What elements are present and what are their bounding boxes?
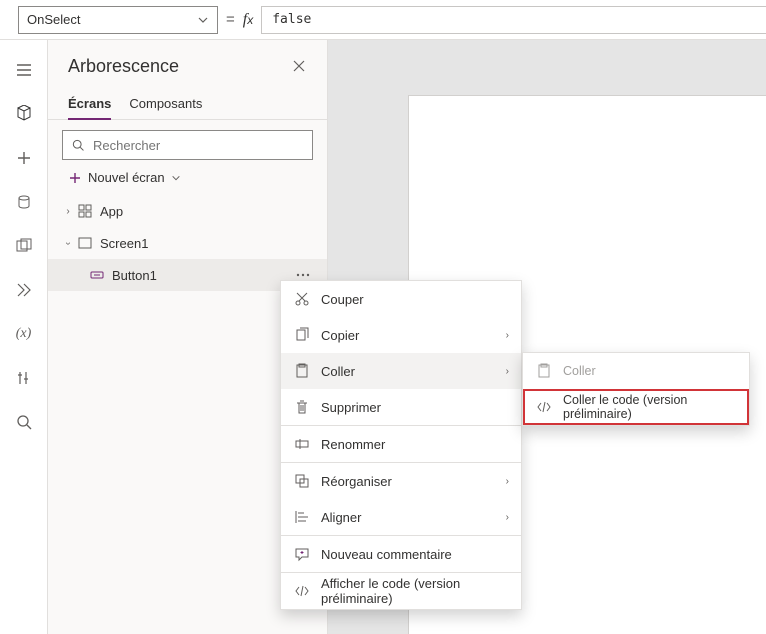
chevron-right-icon: › xyxy=(506,330,509,341)
close-panel-button[interactable] xyxy=(287,54,311,78)
power-automate-button[interactable] xyxy=(0,268,48,312)
menu-reorder[interactable]: Réorganiser › xyxy=(281,463,521,499)
menu-label: Afficher le code (version préliminaire) xyxy=(321,576,509,606)
media-button[interactable] xyxy=(0,224,48,268)
screen-icon xyxy=(76,236,94,250)
copy-icon xyxy=(293,327,311,343)
menu-view-code[interactable]: Afficher le code (version préliminaire) xyxy=(281,573,521,609)
chevron-down-icon: › xyxy=(63,235,74,251)
menu-label: Aligner xyxy=(321,510,496,525)
property-name: OnSelect xyxy=(27,12,80,27)
left-rail: (x) xyxy=(0,40,48,634)
context-menu: Couper Copier › Coller › Supprimer Renom… xyxy=(280,280,522,610)
menu-label: Supprimer xyxy=(321,400,509,415)
search-input[interactable] xyxy=(93,138,304,153)
align-icon xyxy=(293,509,311,525)
data-button[interactable] xyxy=(0,180,48,224)
menu-cut[interactable]: Couper xyxy=(281,281,521,317)
search-box[interactable] xyxy=(62,130,313,160)
menu-new-comment[interactable]: Nouveau commentaire xyxy=(281,536,521,572)
tab-screens[interactable]: Écrans xyxy=(68,90,111,119)
menu-label: Renommer xyxy=(321,437,509,452)
tree-item-app[interactable]: › App xyxy=(48,195,327,227)
chevron-right-icon: › xyxy=(506,476,509,487)
tab-components[interactable]: Composants xyxy=(129,90,202,119)
search-button[interactable] xyxy=(0,400,48,444)
menu-rename[interactable]: Renommer xyxy=(281,426,521,462)
formula-input[interactable] xyxy=(261,6,766,34)
submenu-label: Coller xyxy=(563,364,737,378)
reorder-icon xyxy=(293,473,311,489)
paste-icon xyxy=(293,363,311,379)
property-selector[interactable]: OnSelect xyxy=(18,6,218,34)
tree-label: Button1 xyxy=(112,268,289,283)
submenu-label: Coller le code (version préliminaire) xyxy=(563,393,737,421)
add-button[interactable] xyxy=(0,136,48,180)
menu-copy[interactable]: Copier › xyxy=(281,317,521,353)
button-icon xyxy=(88,268,106,282)
menu-paste[interactable]: Coller › xyxy=(281,353,521,389)
plus-icon xyxy=(68,171,82,185)
app-icon xyxy=(76,204,94,218)
submenu-paste-code[interactable]: Coller le code (version préliminaire) xyxy=(523,389,749,425)
chevron-down-icon xyxy=(171,173,181,183)
tree-label: Screen1 xyxy=(100,236,317,251)
chevron-right-icon: › xyxy=(60,206,76,217)
panel-title: Arborescence xyxy=(68,56,179,77)
tabs: Écrans Composants xyxy=(48,82,327,120)
menu-delete[interactable]: Supprimer xyxy=(281,389,521,425)
delete-icon xyxy=(293,399,311,415)
comment-icon xyxy=(293,546,311,562)
fx-icon[interactable]: fx xyxy=(243,11,253,29)
cut-icon xyxy=(293,291,311,307)
code-icon xyxy=(293,583,311,599)
search-icon xyxy=(71,138,85,152)
chevron-down-icon xyxy=(197,14,209,26)
variables-button[interactable]: (x) xyxy=(0,312,48,356)
menu-align[interactable]: Aligner › xyxy=(281,499,521,535)
menu-label: Couper xyxy=(321,292,509,307)
code-icon xyxy=(535,399,553,415)
tree-view-button[interactable] xyxy=(0,92,48,136)
chevron-right-icon: › xyxy=(506,366,509,377)
rename-icon xyxy=(293,436,311,452)
equals-sign: = xyxy=(226,11,235,28)
tools-button[interactable] xyxy=(0,356,48,400)
menu-label: Réorganiser xyxy=(321,474,496,489)
tree-list: › App › Screen1 Button1 xyxy=(48,195,327,291)
formula-bar: OnSelect = fx xyxy=(0,0,766,40)
new-screen-label: Nouvel écran xyxy=(88,170,165,185)
chevron-right-icon: › xyxy=(506,512,509,523)
menu-label: Nouveau commentaire xyxy=(321,547,509,562)
hamburger-button[interactable] xyxy=(0,48,48,92)
tree-item-screen1[interactable]: › Screen1 xyxy=(48,227,327,259)
menu-label: Copier xyxy=(321,328,496,343)
new-screen-button[interactable]: Nouvel écran xyxy=(48,166,327,195)
submenu-paste: Coller xyxy=(523,353,749,389)
tree-label: App xyxy=(100,204,317,219)
paste-icon xyxy=(535,363,553,379)
paste-submenu: Coller Coller le code (version prélimina… xyxy=(522,352,750,426)
menu-label: Coller xyxy=(321,364,496,379)
